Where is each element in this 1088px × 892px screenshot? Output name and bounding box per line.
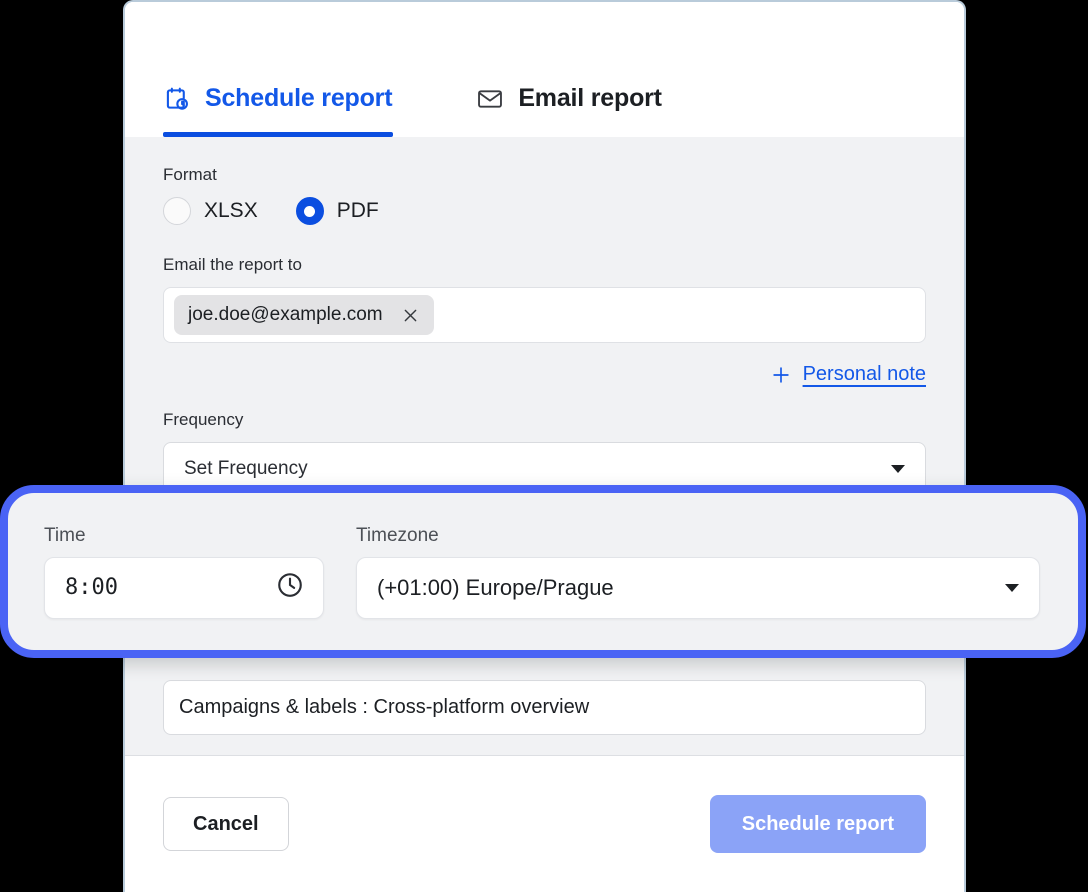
radio-pdf-indicator[interactable]: [296, 197, 324, 225]
email-recipients-input[interactable]: joe.doe@example.com: [163, 287, 926, 343]
time-label: Time: [44, 525, 324, 547]
cancel-button[interactable]: Cancel: [163, 797, 289, 851]
timezone-label: Timezone: [356, 525, 1040, 547]
format-option-pdf-label: PDF: [337, 199, 379, 223]
chevron-down-icon: [1005, 584, 1019, 592]
tab-schedule-report-label: Schedule report: [205, 84, 392, 113]
time-field-group: Time 8:00: [44, 525, 324, 619]
timezone-field-group: Timezone (+01:00) Europe/Prague: [356, 525, 1040, 619]
time-timezone-highlight-panel: Time 8:00 Timezone (+01:00) Europe/Pragu…: [0, 485, 1086, 658]
time-input[interactable]: 8:00: [44, 557, 324, 619]
calendar-clock-icon: [163, 85, 191, 113]
report-name-value: Campaigns & labels : Cross-platform over…: [179, 696, 589, 719]
format-option-xlsx-label: XLSX: [204, 199, 258, 223]
chevron-down-icon: [891, 465, 905, 473]
tab-email-report[interactable]: Email report: [476, 84, 661, 137]
timezone-select[interactable]: (+01:00) Europe/Prague: [356, 557, 1040, 619]
close-icon[interactable]: [401, 306, 420, 325]
schedule-report-button[interactable]: Schedule report: [710, 795, 926, 853]
report-name-input[interactable]: Campaigns & labels : Cross-platform over…: [163, 680, 926, 735]
schedule-form: Format XLSX PDF Email the report to joe.…: [125, 137, 964, 755]
personal-note-row: Personal note: [163, 363, 926, 386]
clock-icon[interactable]: [275, 570, 305, 605]
time-input-value: 8:00: [65, 575, 118, 600]
modal-tab-bar: Schedule report Email report: [125, 2, 964, 137]
recipient-chip: joe.doe@example.com: [174, 295, 434, 335]
schedule-report-modal: Schedule report Email report Format: [123, 0, 966, 892]
format-option-pdf[interactable]: PDF: [296, 197, 379, 225]
tab-schedule-report[interactable]: Schedule report: [163, 84, 392, 137]
format-option-xlsx[interactable]: XLSX: [163, 197, 258, 225]
plus-icon: [770, 364, 792, 386]
modal-footer: Cancel Schedule report: [125, 755, 964, 892]
frequency-label: Frequency: [163, 410, 926, 430]
format-radio-group: XLSX PDF: [163, 197, 926, 225]
personal-note-link[interactable]: Personal note: [803, 363, 926, 386]
recipient-chip-label: joe.doe@example.com: [188, 304, 383, 326]
radio-xlsx-indicator[interactable]: [163, 197, 191, 225]
timezone-select-value: (+01:00) Europe/Prague: [377, 575, 614, 601]
envelope-icon: [476, 85, 504, 113]
tab-email-report-label: Email report: [518, 84, 661, 113]
email-to-label: Email the report to: [163, 255, 926, 275]
format-label: Format: [163, 165, 926, 185]
frequency-select-value: Set Frequency: [184, 458, 308, 480]
screen-root: Schedule report Email report Format: [0, 0, 1088, 892]
